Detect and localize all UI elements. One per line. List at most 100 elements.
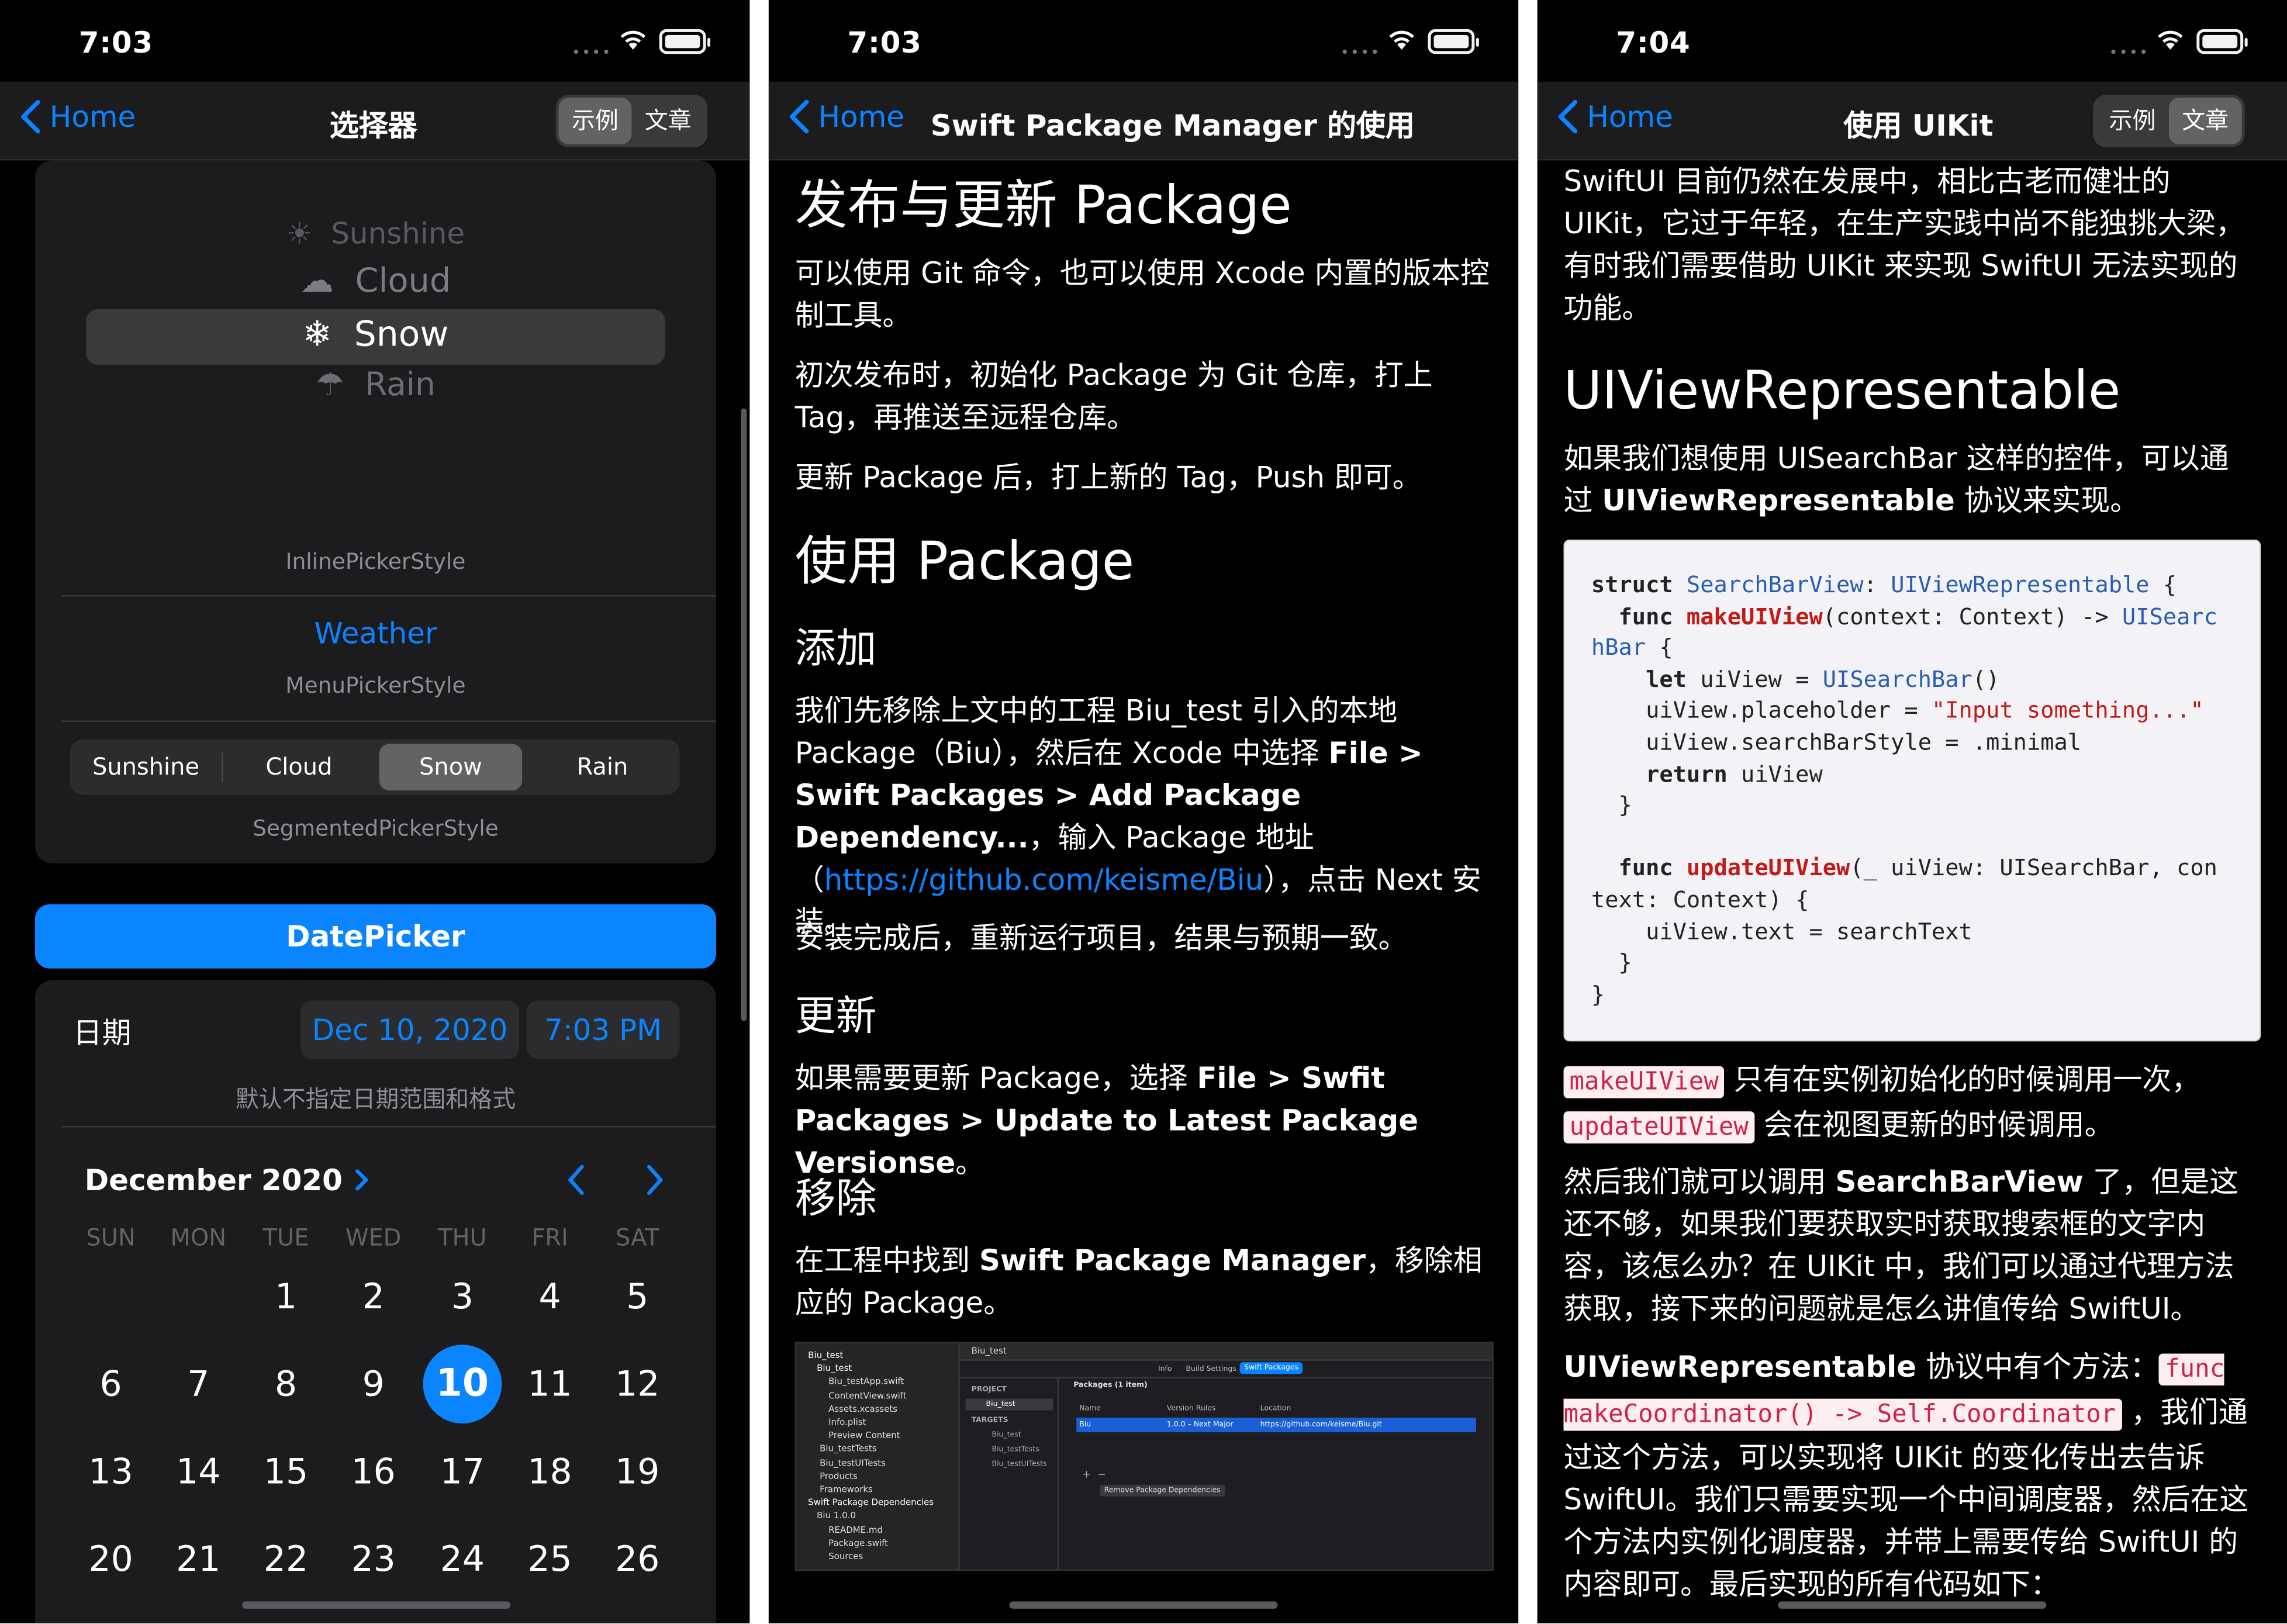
calendar-day[interactable]: 11	[510, 1345, 589, 1423]
calendar-day[interactable]: 8	[247, 1345, 326, 1423]
calendar-day[interactable]: 17	[423, 1432, 502, 1511]
file-tree-item[interactable]: Package.swift	[808, 1537, 934, 1550]
calendar-day[interactable]: 7	[159, 1345, 238, 1423]
chevron-left-icon	[1558, 99, 1578, 134]
packages-title: Packages (1 item)	[1073, 1381, 1148, 1390]
paragraph: 初次发布时，初始化 Package 为 Git 仓库，打上 Tag，再推送至远程…	[794, 357, 1433, 435]
add-remove-buttons[interactable]: + −	[1082, 1468, 1106, 1480]
file-tree: Biu_test Biu_test Biu_testApp.swift Content…	[808, 1349, 934, 1564]
nav-bar: Home 使用 UIKit 示例 文章	[1537, 81, 2287, 161]
tab-article[interactable]: 文章	[631, 98, 704, 144]
file-tree-item[interactable]: Swift Package Dependencies	[808, 1497, 934, 1510]
datepicker-section-button[interactable]: DatePicker	[34, 904, 716, 969]
paragraph-lifecycle: makeUIView 只有在实例初始化的时候调用一次，updateUIView …	[1563, 1059, 2258, 1149]
tab-article[interactable]: 文章	[2168, 98, 2242, 144]
status-time: 7:04	[1616, 25, 1691, 60]
package-row[interactable]: Biu 1.0.0 – Next Major https://github.co…	[1076, 1418, 1476, 1432]
inline-picker-label: InlinePickerStyle	[285, 548, 466, 575]
tab-example[interactable]: 示例	[558, 98, 632, 144]
menu-picker-button[interactable]: Weather	[35, 616, 716, 651]
weekday-label: SUN	[86, 1224, 136, 1252]
calendar-day[interactable]: 16	[334, 1432, 413, 1511]
calendar-day[interactable]: 15	[247, 1432, 326, 1511]
calendar-day[interactable]: 19	[598, 1432, 677, 1511]
calendar-day[interactable]: 5	[598, 1257, 677, 1336]
calendar-day[interactable]: 1	[247, 1257, 326, 1336]
file-tree-item[interactable]: Biu_test	[808, 1363, 934, 1376]
file-tree-item[interactable]: Frameworks	[808, 1483, 934, 1497]
home-indicator[interactable]	[1778, 1601, 2047, 1609]
back-button[interactable]: Home	[789, 99, 904, 134]
uikit-article-screen: 7:04 •••• Home 使用 UIKit 示例 文章 SwiftUI 目前…	[1537, 0, 2287, 1623]
file-tree-item[interactable]: Assets.xcassets	[808, 1403, 934, 1416]
segment-sunshine[interactable]: Sunshine	[70, 744, 222, 790]
code-block: struct SearchBarView: UIViewRepresentabl…	[1563, 540, 2261, 1042]
calendar-day[interactable]: 23	[334, 1520, 413, 1599]
scroll-indicator[interactable]	[741, 408, 747, 1021]
date-chip[interactable]: Dec 10, 2020	[300, 1000, 520, 1059]
calendar-day[interactable]: 2	[334, 1257, 413, 1336]
cloud-icon: ☁	[300, 262, 334, 300]
file-tree-item[interactable]: Biu_testApp.swift	[808, 1376, 934, 1390]
calendar-day[interactable]: 26	[598, 1520, 677, 1599]
calendar-day[interactable]: 9	[334, 1345, 413, 1423]
time-chip[interactable]: 7:03 PM	[526, 1000, 680, 1059]
calendar-day[interactable]: 14	[159, 1432, 238, 1511]
wheel-row-cloud[interactable]: ☁ Cloud	[35, 262, 716, 300]
segmented-picker-label: SegmentedPickerStyle	[253, 815, 499, 842]
file-tree-item[interactable]: Biu_testUITests	[808, 1456, 934, 1470]
month-year-button[interactable]: December 2020	[85, 1162, 369, 1197]
tab-example[interactable]: 示例	[2096, 98, 2169, 144]
status-bar: 7:04 ••••	[1538, 0, 2287, 82]
chevron-left-icon	[789, 99, 809, 134]
prev-month-button[interactable]	[566, 1164, 586, 1196]
home-indicator[interactable]	[242, 1601, 511, 1609]
calendar-day[interactable]: 20	[71, 1520, 150, 1599]
back-button[interactable]: Home	[1558, 99, 1673, 134]
calendar-day[interactable]: 6	[71, 1345, 150, 1423]
wheel-label: Rain	[365, 367, 436, 405]
back-button[interactable]: Home	[20, 99, 136, 134]
file-tree-item[interactable]: Preview Content	[808, 1430, 934, 1443]
file-tree-item[interactable]: Sources	[808, 1550, 934, 1564]
segment-cloud[interactable]: Cloud	[223, 744, 375, 790]
file-tree-item[interactable]: ContentView.swift	[808, 1390, 934, 1403]
calendar-day[interactable]: 21	[159, 1520, 238, 1599]
divider	[61, 1126, 716, 1128]
calendar-day[interactable]: 22	[247, 1520, 326, 1599]
calendar-day[interactable]: 18	[510, 1432, 589, 1511]
home-indicator[interactable]	[1009, 1601, 1278, 1609]
wheel-row-rain[interactable]: ☂ Rain	[35, 368, 716, 404]
status-time: 7:03	[847, 25, 922, 60]
back-label: Home	[1587, 99, 1673, 134]
wheel-row-snow[interactable]: ❄ Snow	[35, 313, 716, 354]
segment-snow[interactable]: Snow	[379, 744, 523, 791]
file-tree-item[interactable]: Biu_test	[808, 1349, 934, 1363]
calendar-day[interactable]: 4	[510, 1257, 589, 1336]
next-month-button[interactable]	[645, 1164, 665, 1196]
file-tree-item[interactable]: Products	[808, 1470, 934, 1483]
article-body: SwiftUI 目前仍然在发展中，相比古老而健壮的 UIKit，它过于年轻，在生…	[1538, 160, 2287, 1623]
signal-icon: ••••	[1340, 45, 1381, 61]
file-tree-item[interactable]: Biu_testTests	[808, 1443, 934, 1457]
segment-rain[interactable]: Rain	[527, 744, 678, 790]
calendar-day[interactable]: 3	[423, 1257, 502, 1336]
package-url-link[interactable]: https://github.com/keisme/Biu	[824, 862, 1264, 897]
date-label: 日期	[72, 1015, 132, 1051]
calendar-day-selected[interactable]: 10	[423, 1345, 502, 1424]
wheel-row-sunshine[interactable]: ☀ Sunshine	[35, 216, 716, 251]
xcode-targets: PROJECT Biu_test TARGETS Biu_test Biu_te…	[960, 1378, 1059, 1570]
xcode-editor-tabs: Info Build Settings Swift Packages	[959, 1361, 1493, 1378]
calendar-day[interactable]: 13	[71, 1432, 150, 1511]
remove-package-button[interactable]: Remove Package Dependencies	[1100, 1484, 1225, 1497]
divider	[61, 720, 716, 722]
file-tree-item[interactable]: README.md	[808, 1523, 934, 1537]
calendar-day[interactable]: 25	[510, 1520, 589, 1599]
calendar-day[interactable]: 24	[423, 1520, 502, 1599]
file-tree-item[interactable]: Info.plist	[808, 1416, 934, 1430]
heading-add: 添加	[794, 624, 877, 673]
file-tree-item[interactable]: Biu 1.0.0	[808, 1510, 934, 1523]
calendar-day[interactable]: 12	[598, 1345, 677, 1423]
heading-update: 更新	[794, 991, 877, 1040]
heading-remove: 移除	[794, 1174, 877, 1222]
